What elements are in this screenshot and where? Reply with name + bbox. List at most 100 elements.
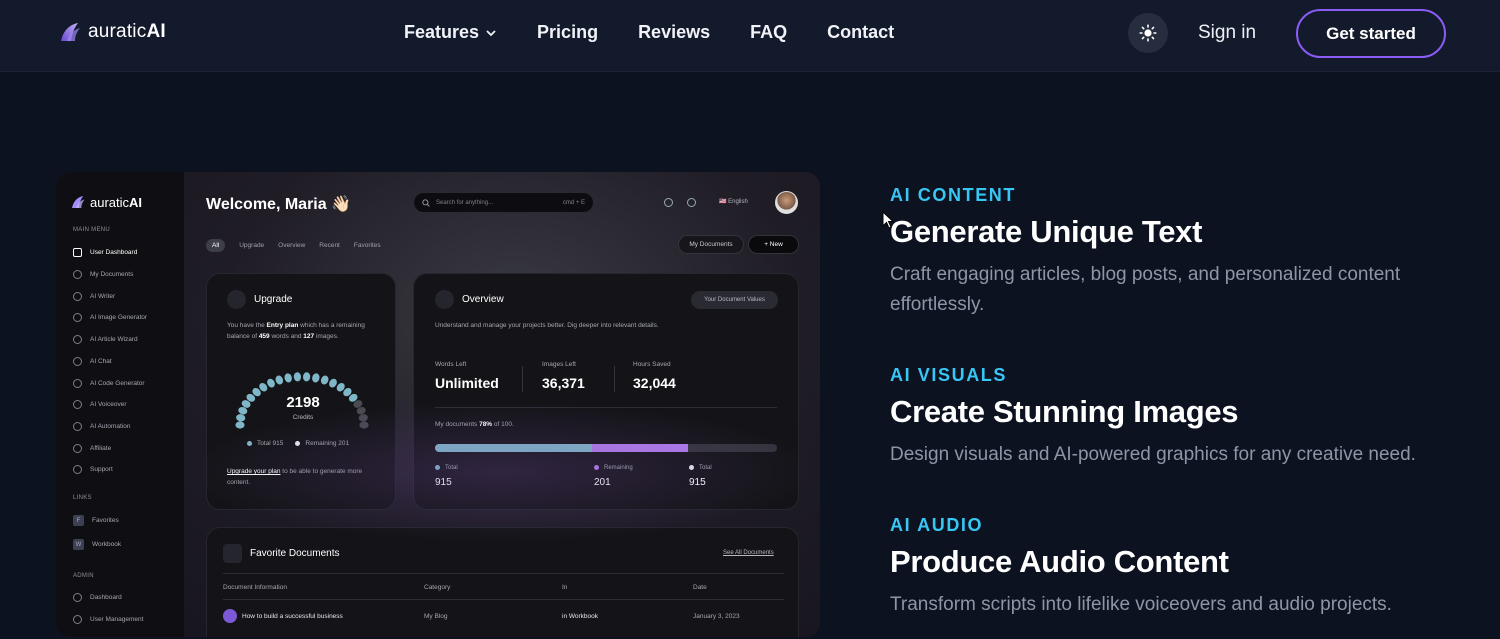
- divider: [223, 599, 784, 600]
- legend-item-remaining: Remaining 201: [295, 440, 349, 447]
- mock-sidebar-item-ai-voiceover[interactable]: AI Voiceover: [73, 400, 127, 409]
- table-header-in: In: [562, 584, 568, 591]
- overview-description: Understand and manage your projects bett…: [435, 322, 659, 329]
- theme-toggle-button[interactable]: [1128, 13, 1168, 53]
- table-cell-document[interactable]: How to build a successful business: [242, 613, 343, 620]
- star-icon: [223, 544, 242, 563]
- feature-ai-content: AI CONTENT Generate Unique Text Craft en…: [890, 185, 1470, 320]
- search-placeholder: Search for anything...: [436, 199, 494, 206]
- moon-icon[interactable]: [664, 198, 673, 207]
- table-cell-in: in Workbook: [562, 613, 599, 620]
- mock-tabs: All Upgrade Overview Recent Favorites: [206, 239, 381, 252]
- nav-link-features[interactable]: Features: [404, 22, 497, 43]
- top-navbar: auraticAI Features Pricing Reviews FAQ C…: [0, 0, 1500, 72]
- mock-sidebar-label: AI Automation: [90, 423, 131, 430]
- gauge-segment: [235, 421, 245, 429]
- mock-sidebar-label: Workbook: [92, 541, 122, 548]
- overview-card-title: Overview: [462, 294, 504, 305]
- mock-sidebar-item-admin-dashboard[interactable]: Dashboard: [73, 593, 122, 602]
- nav-link-label: Pricing: [537, 22, 599, 42]
- brand-logo[interactable]: auraticAI: [58, 20, 166, 44]
- credits-value: 2198: [286, 394, 320, 411]
- mock-sidebar-item-my-documents[interactable]: My Documents: [73, 270, 133, 279]
- stat-divider: [614, 366, 615, 392]
- mock-sidebar-item-user-dashboard[interactable]: User Dashboard: [73, 248, 137, 257]
- see-all-documents-link[interactable]: See All Documents: [723, 550, 774, 556]
- globe-icon[interactable]: [687, 198, 696, 207]
- mock-sidebar-label: My Documents: [90, 271, 134, 278]
- nav-link-pricing[interactable]: Pricing: [537, 22, 598, 43]
- legend-label: Remaining: [305, 440, 337, 447]
- upgrade-card-title: Upgrade: [254, 294, 293, 305]
- legend-item-total: Total 915: [247, 440, 283, 447]
- legend-label: Total: [257, 440, 271, 447]
- feature-title: Generate Unique Text: [890, 214, 1203, 249]
- wizard-icon: [73, 335, 82, 344]
- tab-favorites[interactable]: Favorites: [354, 242, 381, 249]
- mock-brand-light: auratic: [90, 194, 130, 210]
- upgrade-plan-name: Entry plan: [266, 322, 299, 329]
- sign-in-link[interactable]: Sign in: [1198, 22, 1256, 44]
- nav-links: Features Pricing Reviews FAQ Contact: [404, 22, 894, 43]
- overview-legend-2: Remaining: [594, 465, 633, 471]
- mock-sidebar-label: AI Writer: [90, 293, 116, 300]
- tab-all[interactable]: All: [206, 239, 226, 252]
- gauge-segment: [284, 373, 292, 383]
- mock-sidebar-link-favorites[interactable]: F Favorites: [73, 515, 119, 526]
- tab-overview[interactable]: Overview: [278, 242, 305, 249]
- mock-sidebar-item-support[interactable]: Support: [73, 465, 113, 474]
- my-documents-button[interactable]: My Documents: [678, 235, 744, 254]
- nav-link-reviews[interactable]: Reviews: [638, 22, 710, 43]
- mock-section-main-menu: MAIN MENU: [73, 227, 111, 233]
- mock-sidebar-item-ai-chat[interactable]: AI Chat: [73, 357, 112, 366]
- tab-recent[interactable]: Recent: [319, 242, 340, 249]
- nav-link-contact[interactable]: Contact: [827, 22, 894, 43]
- nav-link-faq[interactable]: FAQ: [750, 22, 787, 43]
- document-values-pill[interactable]: Your Document Values: [691, 291, 778, 309]
- support-icon: [73, 465, 82, 474]
- documents-icon: [73, 270, 82, 279]
- progress-caption: My documents 78% of 100.: [435, 420, 514, 431]
- favorites-badge: F: [73, 515, 84, 526]
- mock-sidebar-item-ai-article-wizard[interactable]: AI Article Wizard: [73, 335, 138, 344]
- overview-legend-3-value: 915: [689, 477, 706, 488]
- mock-sidebar-item-ai-writer[interactable]: AI Writer: [73, 292, 115, 301]
- mock-sidebar-item-user-management[interactable]: User Management: [73, 615, 143, 624]
- stat-label-words-left: Words Left: [435, 361, 467, 368]
- upgrade-words-count: 459: [258, 332, 270, 340]
- legend-dot: [435, 465, 440, 470]
- mock-sidebar-item-ai-code-generator[interactable]: AI Code Generator: [73, 379, 145, 388]
- nav-link-label: Contact: [827, 22, 895, 42]
- mock-sidebar-label: Affiliate: [90, 445, 112, 452]
- get-started-button[interactable]: Get started: [1296, 9, 1446, 58]
- language-selector[interactable]: 🇺🇸 English: [719, 198, 748, 205]
- mock-brand: auraticAI: [70, 194, 142, 210]
- grid-icon: [73, 593, 82, 602]
- mock-sidebar-label: AI Voiceover: [90, 401, 127, 408]
- refresh-icon: [227, 290, 246, 309]
- tab-upgrade[interactable]: Upgrade: [239, 242, 264, 249]
- overview-legend-1-value: 915: [435, 477, 452, 488]
- mock-sidebar-label: User Management: [90, 616, 144, 623]
- new-button[interactable]: + New: [748, 235, 799, 254]
- avatar[interactable]: [775, 191, 798, 214]
- progress-text: My documents: [435, 421, 480, 428]
- progress-text: of 100.: [492, 421, 514, 428]
- feature-description: Craft engaging articles, blog posts, and…: [890, 264, 1401, 315]
- stat-divider: [522, 366, 523, 392]
- mock-sidebar-item-ai-image-generator[interactable]: AI Image Generator: [73, 313, 147, 322]
- feature-description: Design visuals and AI-powered graphics f…: [890, 444, 1416, 465]
- mock-sidebar-link-workbook[interactable]: W Workbook: [73, 539, 121, 550]
- mock-sidebar-item-ai-automation[interactable]: AI Automation: [73, 422, 130, 431]
- upgrade-plan-link[interactable]: Upgrade your plan: [227, 468, 280, 475]
- mock-search-input[interactable]: Search for anything... cmd + E: [413, 192, 594, 213]
- upgrade-images-count: 127: [303, 332, 315, 340]
- legend-value: 201: [338, 440, 350, 447]
- speaker-icon: [73, 400, 82, 409]
- feature-eyebrow: AI AUDIO: [890, 515, 984, 535]
- dots-icon: [435, 290, 454, 309]
- mock-sidebar-item-affiliate[interactable]: Affiliate: [73, 444, 111, 453]
- feature-eyebrow: AI CONTENT: [890, 185, 1016, 205]
- upgrade-text-part: words and: [269, 332, 304, 340]
- affiliate-icon: [73, 444, 82, 453]
